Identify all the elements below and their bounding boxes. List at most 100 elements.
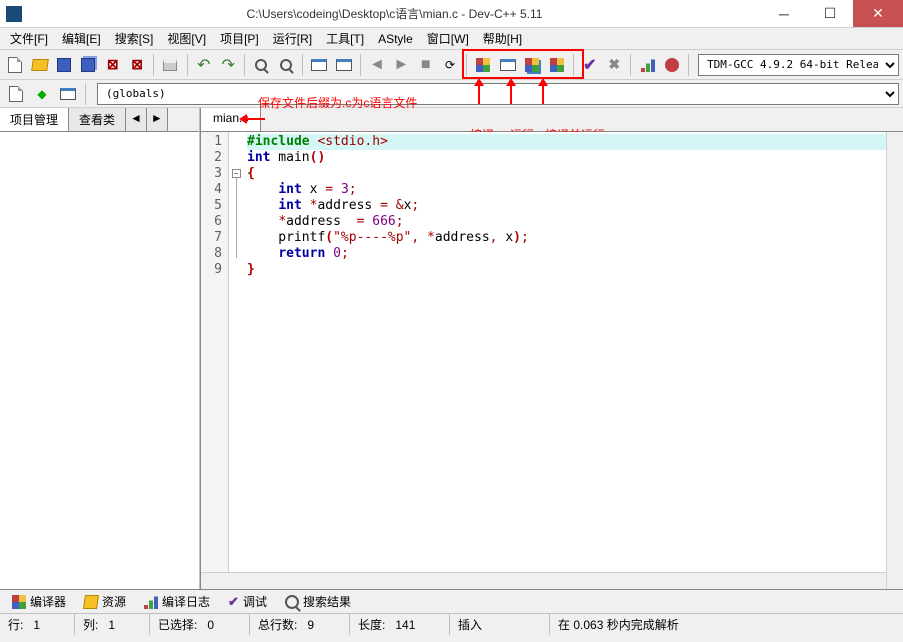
forward-button[interactable]: ► <box>390 53 412 77</box>
syntax-check-button[interactable]: ✔ <box>579 53 601 77</box>
tab-classes[interactable]: 查看类 <box>69 108 126 131</box>
profile-button[interactable] <box>636 53 658 77</box>
save-button[interactable] <box>53 53 75 77</box>
close-file-button[interactable]: ⊠ <box>102 53 124 77</box>
line-gutter: 123456789 <box>201 132 229 589</box>
menu-file[interactable]: 文件[F] <box>4 28 54 49</box>
compile-run-button[interactable] <box>521 53 543 77</box>
menu-run[interactable]: 运行[R] <box>267 28 318 49</box>
reload-icon: ⟳ <box>445 58 455 72</box>
tab-nav-left[interactable]: ◄ <box>126 108 147 131</box>
status-insert-mode: 插入 <box>450 614 550 635</box>
fold-column: − <box>229 132 243 589</box>
redo-icon: ↷ <box>221 55 234 75</box>
code-text[interactable]: #include <stdio.h> int main() { int x = … <box>243 132 903 589</box>
tab-nav-right[interactable]: ► <box>147 108 168 131</box>
status-line: 行: 1 <box>0 614 75 635</box>
goto-bookmark-button[interactable] <box>332 53 354 77</box>
find-button[interactable] <box>250 53 272 77</box>
bookmark-nav-button[interactable] <box>56 82 80 106</box>
run-button[interactable] <box>497 53 519 77</box>
code-editor[interactable]: 123456789 − #include <stdio.h> int main(… <box>201 132 903 589</box>
scope-toolbar: ◆ (globals) <box>0 80 903 108</box>
check-icon: ✔ <box>583 55 596 75</box>
rebuild-button[interactable] <box>545 53 567 77</box>
close-file-icon: ⊠ <box>107 56 119 73</box>
tab-resources[interactable]: 资源 <box>76 591 134 612</box>
workspace: 项目管理 查看类 ◄ ► mian.c 123456789 − #include… <box>0 108 903 589</box>
new-file-button[interactable] <box>4 53 26 77</box>
tab-debug[interactable]: ✔调试 <box>220 591 275 612</box>
close-button[interactable]: ✕ <box>853 0 903 27</box>
scrollbar-horizontal[interactable] <box>201 572 886 589</box>
fold-toggle[interactable]: − <box>232 169 241 178</box>
status-bar: 行: 1 列: 1 已选择: 0 总行数: 9 长度: 141 插入 在 0.0… <box>0 613 903 635</box>
undo-button[interactable]: ↶ <box>193 53 215 77</box>
folder-icon <box>83 595 99 609</box>
status-length: 长度: 141 <box>350 614 450 635</box>
tab-compile-log[interactable]: 编译日志 <box>136 591 218 612</box>
toolbar-separator <box>688 54 689 76</box>
print-button[interactable] <box>159 53 181 77</box>
minimize-button[interactable]: ─ <box>761 0 807 27</box>
replace-icon <box>280 59 292 71</box>
compile-run-icon <box>525 58 539 72</box>
window-title: C:\Users\codeing\Desktop\c语言\mian.c - De… <box>28 5 761 22</box>
back-icon: ◄ <box>369 56 385 74</box>
menu-astyle[interactable]: AStyle <box>372 30 419 48</box>
back-button[interactable]: ◄ <box>366 53 388 77</box>
clear-button[interactable]: ✖ <box>603 53 625 77</box>
open-folder-icon <box>31 59 49 71</box>
tab-search-results[interactable]: 搜索结果 <box>277 591 359 612</box>
bookmark-icon <box>311 59 327 71</box>
toolbar-separator <box>466 54 467 76</box>
chart-icon <box>641 58 655 72</box>
compile-button[interactable] <box>472 53 494 77</box>
new-class-button[interactable] <box>4 82 28 106</box>
replace-button[interactable] <box>275 53 297 77</box>
bottom-tabs: 编译器 资源 编译日志 ✔调试 搜索结果 <box>0 589 903 613</box>
scope-select[interactable]: (globals) <box>97 83 899 105</box>
log-icon <box>144 595 158 609</box>
menu-search[interactable]: 搜索[S] <box>109 28 160 49</box>
menu-tools[interactable]: 工具[T] <box>320 28 370 49</box>
menu-view[interactable]: 视图[V] <box>161 28 212 49</box>
toolbar-separator <box>153 54 154 76</box>
toggle-bookmark-button[interactable] <box>308 53 330 77</box>
window-icon <box>60 88 76 100</box>
compiler-select[interactable]: TDM-GCC 4.9.2 64-bit Release <box>698 54 899 76</box>
redo-button[interactable]: ↷ <box>217 53 239 77</box>
sidebar: 项目管理 查看类 ◄ ► <box>0 108 200 589</box>
stop-button[interactable]: ■ <box>414 53 436 77</box>
bug-icon <box>665 58 679 72</box>
scrollbar-vertical[interactable] <box>886 132 903 589</box>
debug-button[interactable] <box>661 53 683 77</box>
reload-button[interactable]: ⟳ <box>439 53 461 77</box>
open-file-button[interactable] <box>28 53 50 77</box>
close-all-icon: ⊠ <box>131 56 143 73</box>
main-toolbar: ⊠ ⊠ ↶ ↷ ◄ ► ■ ⟳ ✔ ✖ TDM-GCC 4.9.2 64-bit… <box>0 50 903 80</box>
toolbar-separator <box>85 83 86 105</box>
toolbar-separator <box>187 54 188 76</box>
sidebar-body <box>0 132 199 589</box>
menu-help[interactable]: 帮助[H] <box>477 28 528 49</box>
compile-icon <box>476 58 490 72</box>
save-all-button[interactable] <box>77 53 99 77</box>
app-icon <box>6 6 22 22</box>
check-icon: ✔ <box>228 594 239 610</box>
menu-window[interactable]: 窗口[W] <box>421 28 475 49</box>
maximize-button[interactable]: ☐ <box>807 0 853 27</box>
annotation-arrow <box>478 84 480 104</box>
insert-button[interactable]: ◆ <box>30 82 54 106</box>
goto-icon <box>336 59 352 71</box>
tab-compiler[interactable]: 编译器 <box>4 591 74 612</box>
annotation-arrow <box>510 84 512 104</box>
menu-edit[interactable]: 编辑[E] <box>56 28 107 49</box>
forward-icon: ► <box>393 56 409 74</box>
close-all-button[interactable]: ⊠ <box>126 53 148 77</box>
new-file-icon <box>8 57 22 73</box>
menu-project[interactable]: 项目[P] <box>214 28 265 49</box>
tab-project[interactable]: 项目管理 <box>0 108 69 131</box>
title-bar: C:\Users\codeing\Desktop\c语言\mian.c - De… <box>0 0 903 28</box>
status-parse-time: 在 0.063 秒内完成解析 <box>550 614 903 635</box>
